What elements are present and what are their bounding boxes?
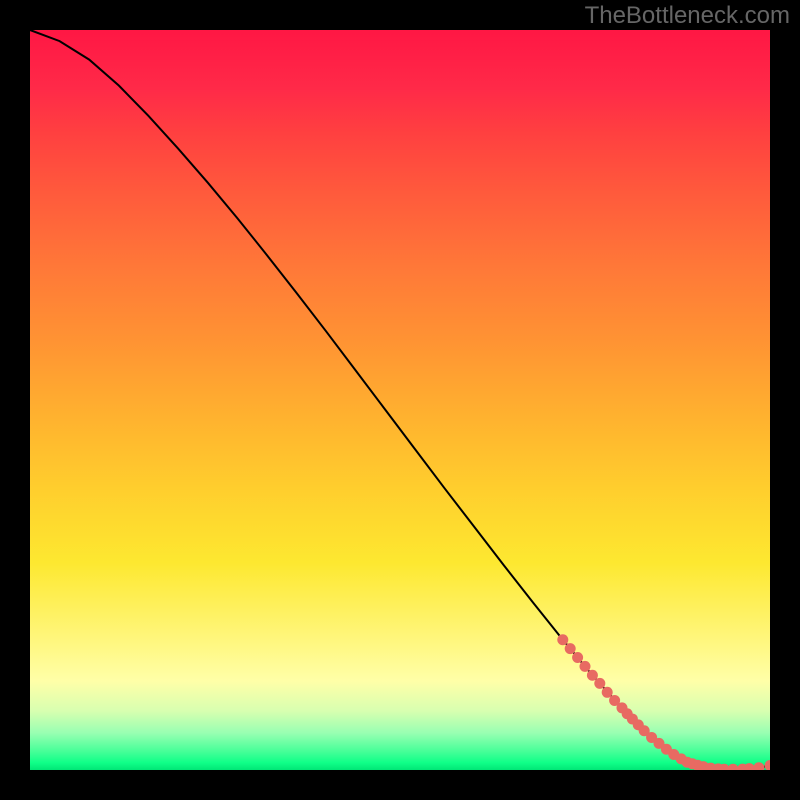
data-marker	[728, 764, 739, 770]
data-marker	[594, 678, 605, 689]
plot-area	[30, 30, 770, 770]
watermark-text: TheBottleneck.com	[585, 2, 790, 30]
data-marker	[602, 687, 613, 698]
data-marker	[572, 652, 583, 663]
data-marker	[587, 670, 598, 681]
data-marker	[565, 643, 576, 654]
data-marker	[765, 760, 771, 770]
data-marker	[580, 661, 591, 672]
data-marker	[744, 763, 755, 770]
bottleneck-curve-path	[30, 30, 770, 769]
bottleneck-curve-svg	[30, 30, 770, 770]
data-marker	[557, 634, 568, 645]
data-marker	[753, 762, 764, 770]
chart-container: TheBottleneck.com	[0, 0, 800, 800]
